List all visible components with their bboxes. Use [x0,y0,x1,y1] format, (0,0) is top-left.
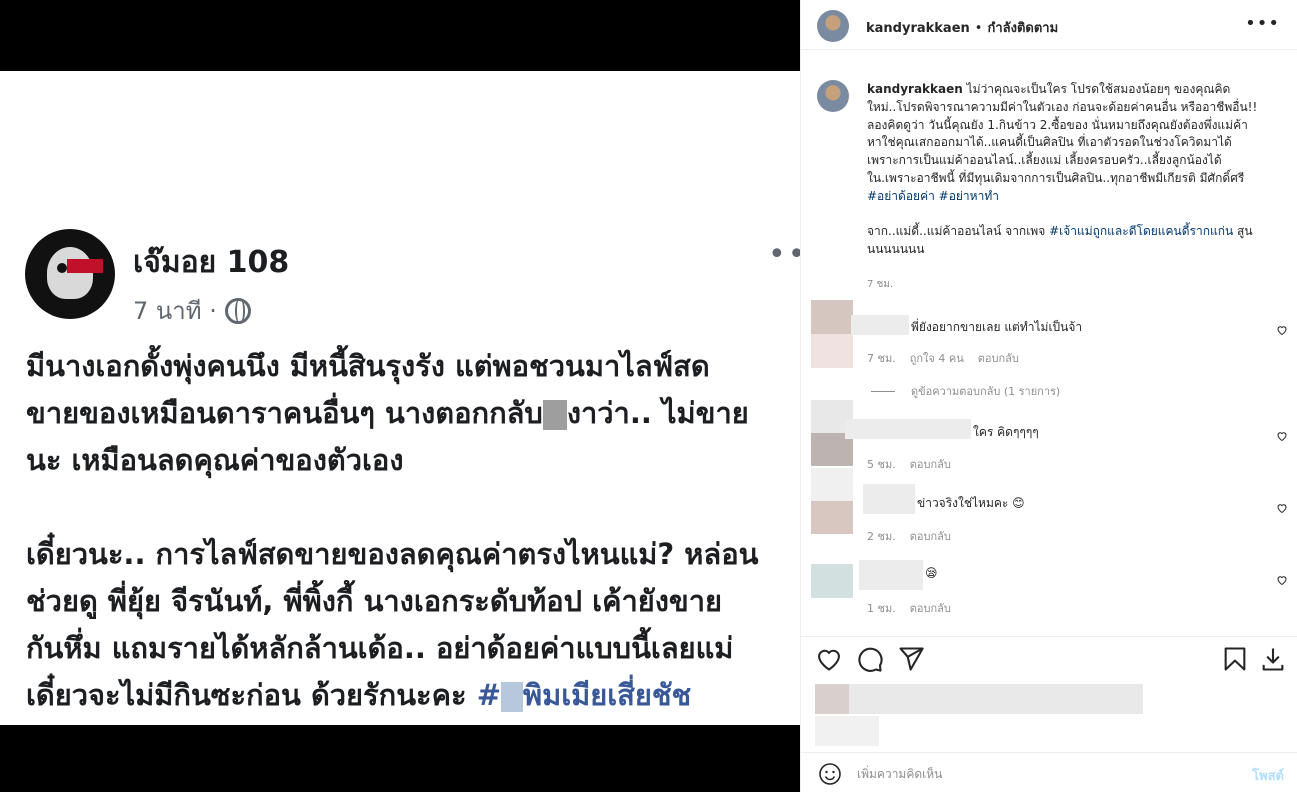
reply-button[interactable]: ตอบกลับ [910,458,951,471]
emoji-icon[interactable] [818,762,842,786]
comment-meta: 2 ชม. ตอบกลับ [867,530,951,543]
fb-page-name: เจ๊มอย 108 [133,245,290,280]
post-details-panel: kandyrakkaen • กำลังติดตาม ••• kandyrakkae… [800,0,1297,792]
post-caption: kandyrakkaen ไม่ว่าคุณจะเป็นใคร โปรดใช้ส… [867,81,1287,259]
blurred-username [845,419,971,439]
reply-button[interactable]: ตอบกลับ [910,602,951,615]
comment-meta: 5 ชม. ตอบกลับ [867,458,951,471]
caption-username[interactable]: kandyrakkaen [867,82,963,96]
post-media: เจ๊มอย 108 7 นาที · ••• มีนางเอกดั้งพุ่ง… [0,0,800,792]
comment-input[interactable] [857,763,1227,785]
add-comment-bar: โพสต์ [801,752,1297,792]
share-icon[interactable] [897,645,925,673]
fb-post-paragraph-1: มีนางเอกดั้งพุ่งคนนึง มีหนี้สินรุงรัง แต… [26,349,749,477]
page-hashtag[interactable]: #เจ้าแม่ถูกและดีโดยแคนดี้รากแก่น [1049,224,1233,238]
header-user: kandyrakkaen • กำลังติดตาม [866,21,1059,36]
commenter-avatar[interactable] [811,300,853,368]
caption-hashtags[interactable]: #อย่าด้อยค่า #อย่าหาทำ [867,188,1287,206]
blurred-likes [815,684,1143,714]
action-bar [801,636,1297,680]
comment-heart-icon[interactable] [1276,430,1288,442]
user-avatar[interactable] [817,10,849,42]
comment-text: พี่ยังอยากขายเลย แต่ทำไม่เป็นจ้า [911,320,1083,334]
blurred-username [859,560,923,590]
reply-button[interactable]: ตอบกลับ [910,530,951,543]
comment-text: ใคร คิดๆๆๆๆ [973,425,1039,439]
comment-icon[interactable] [856,645,884,673]
fb-hashtag: # พิมเมียเสี่ยชัช [476,678,692,712]
blurred-username [851,315,909,335]
more-options-icon[interactable]: ••• [1245,13,1280,34]
header-username[interactable]: kandyrakkaen [866,21,970,36]
post-button[interactable]: โพสต์ [1252,765,1284,786]
bookmark-icon[interactable] [1221,645,1249,673]
caption-avatar[interactable] [817,80,849,112]
fb-profile-avatar [25,229,115,319]
fb-post-paragraph-2: เดี๋ยวนะ.. การไลฟ์สดขายของลดคุณค่าตรงไหน… [26,537,759,712]
more-dots-icon: ••• [768,237,800,272]
blurred-username [863,484,915,514]
follow-status[interactable]: กำลังติดตาม [987,21,1058,36]
view-replies-button[interactable]: ดูข้อความตอบกลับ (1 รายการ) [871,382,1060,400]
download-icon[interactable] [1259,645,1287,673]
pixelated-censor [542,400,567,430]
globe-icon [224,297,251,324]
post-header: kandyrakkaen • กำลังติดตาม ••• [801,0,1297,50]
comment-text: 😪 [925,566,938,580]
comment-meta: 7 ชม. ถูกใจ 4 คน ตอบกลับ [867,352,1019,365]
comment-text: ข่าวจริงใช่ไหมคะ 😊 [917,496,1025,510]
comment-heart-icon[interactable] [1276,324,1288,336]
heart-icon[interactable] [815,645,843,673]
commenter-avatar[interactable] [811,564,853,598]
comment-heart-icon[interactable] [1276,574,1288,586]
comment-heart-icon[interactable] [1276,502,1288,514]
reply-button[interactable]: ตอบกลับ [978,352,1019,365]
blurred-date [815,716,879,746]
facebook-screenshot-image: เจ๊มอย 108 7 นาที · ••• มีนางเอกดั้งพุ่ง… [0,71,800,725]
commenter-avatar[interactable] [811,468,853,534]
caption-time: 7 ชม. [867,279,894,290]
fb-post-time: 7 นาที · [133,291,251,330]
comment-meta: 1 ชม. ตอบกลับ [867,602,951,615]
comment-likes[interactable]: ถูกใจ 4 คน [910,352,964,365]
